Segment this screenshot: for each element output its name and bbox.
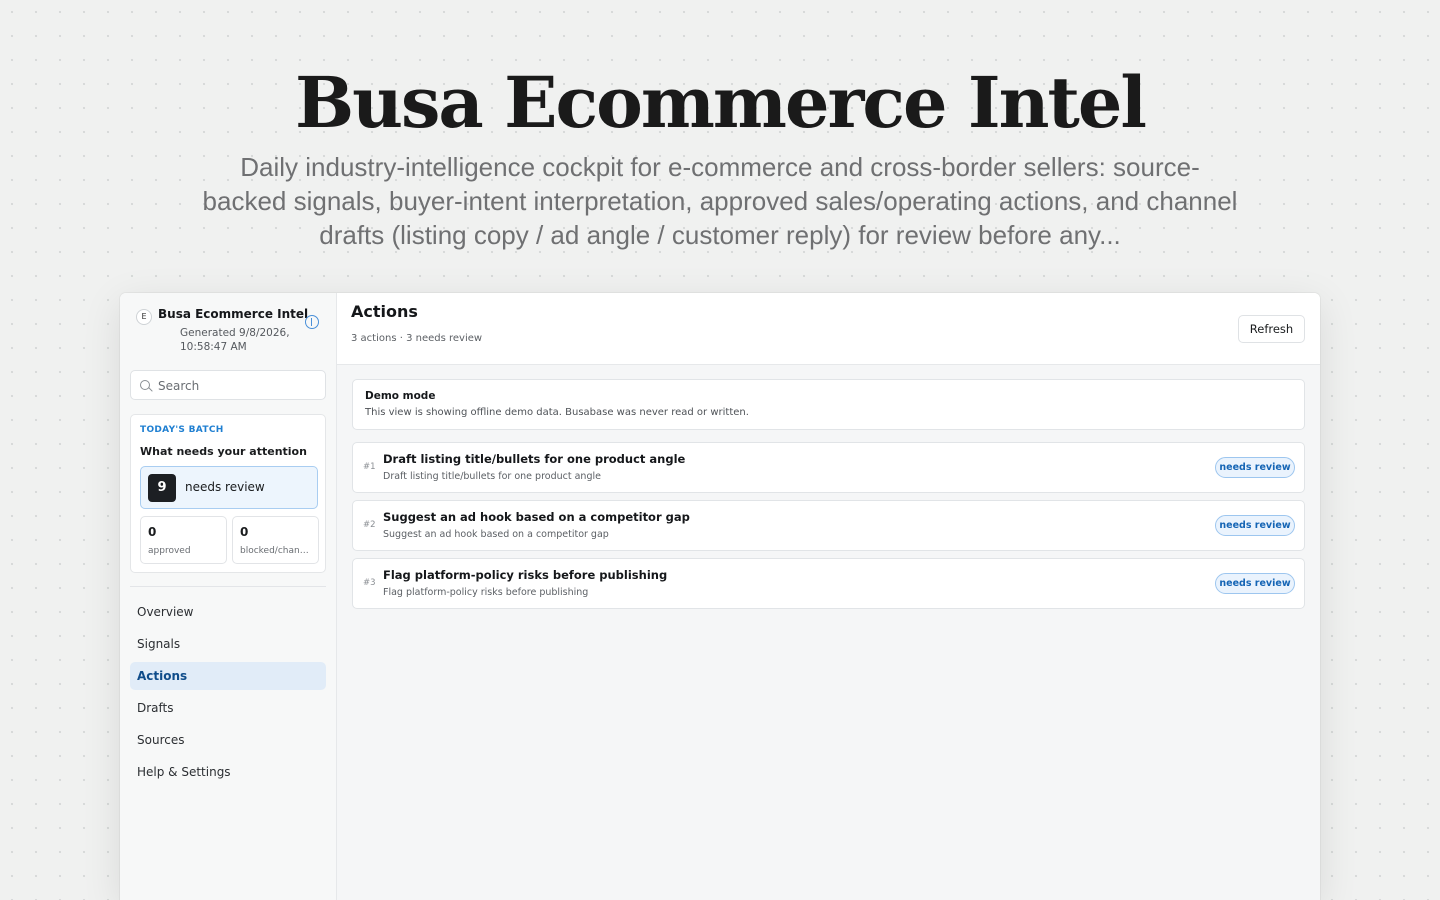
generated-timestamp: Generated 9/8/2026, 10:58:47 AM <box>180 327 290 353</box>
status-badge: needs review <box>1215 457 1295 478</box>
approved-label: approved <box>148 546 191 556</box>
sidebar-nav: Overview Signals Actions Drafts Sources … <box>130 598 326 790</box>
page-title: Actions <box>351 302 418 321</box>
batch-title: What needs your attention <box>140 445 307 458</box>
refresh-button[interactable]: Refresh <box>1238 315 1305 343</box>
batch-card: TODAY'S BATCH What needs your attention … <box>130 414 326 573</box>
app-logo-icon: E <box>136 309 152 325</box>
app-name: Busa Ecommerce Intel <box>158 307 309 321</box>
app-window: E Busa Ecommerce Intel Generated 9/8/202… <box>120 293 1320 900</box>
main-panel: Actions 3 actions · 3 needs review Refre… <box>337 293 1320 900</box>
action-row[interactable]: #1 Draft listing title/bullets for one p… <box>352 442 1305 493</box>
info-icon[interactable] <box>305 315 319 329</box>
main-header: Actions 3 actions · 3 needs review Refre… <box>337 293 1320 365</box>
action-description: Flag platform-policy risks before publis… <box>383 587 589 598</box>
action-number: #1 <box>363 462 376 472</box>
hero-title: Busa Ecommerce Intel <box>294 61 1147 144</box>
sidebar: E Busa Ecommerce Intel Generated 9/8/202… <box>120 293 337 900</box>
action-title: Suggest an ad hook based on a competitor… <box>383 510 690 524</box>
batch-eyebrow: TODAY'S BATCH <box>140 425 224 435</box>
search-input[interactable] <box>158 377 318 395</box>
sidebar-item-actions[interactable]: Actions <box>130 662 326 690</box>
sidebar-item-overview[interactable]: Overview <box>130 598 326 626</box>
approved-count: 0 <box>148 525 157 539</box>
action-title: Flag platform-policy risks before publis… <box>383 568 668 582</box>
search-icon <box>140 380 150 390</box>
needs-review-tile[interactable]: 9 needs review <box>140 466 318 509</box>
blocked-label: blocked/changes requested <box>240 546 314 556</box>
demo-mode-banner: Demo mode This view is showing offline d… <box>352 379 1305 430</box>
action-row[interactable]: #3 Flag platform-policy risks before pub… <box>352 558 1305 609</box>
sidebar-item-drafts[interactable]: Drafts <box>130 694 326 722</box>
status-badge: needs review <box>1215 573 1295 594</box>
needs-review-label: needs review <box>185 480 265 494</box>
action-number: #3 <box>363 578 376 588</box>
approved-tile[interactable]: 0 approved <box>140 516 227 564</box>
action-description: Suggest an ad hook based on a competitor… <box>383 529 609 540</box>
sidebar-item-sources[interactable]: Sources <box>130 726 326 754</box>
search-box <box>130 370 326 400</box>
actions-summary: 3 actions · 3 needs review <box>351 333 483 344</box>
action-number: #2 <box>363 520 376 530</box>
status-badge: needs review <box>1215 515 1295 536</box>
banner-text: This view is showing offline demo data. … <box>365 407 749 418</box>
blocked-tile[interactable]: 0 blocked/changes requested <box>232 516 319 564</box>
blocked-count: 0 <box>240 525 249 539</box>
action-description: Draft listing title/bullets for one prod… <box>383 471 601 482</box>
hero-subtitle: Daily industry-intelligence cockpit for … <box>202 152 1238 250</box>
action-title: Draft listing title/bullets for one prod… <box>383 452 686 466</box>
sidebar-item-signals[interactable]: Signals <box>130 630 326 658</box>
sidebar-divider <box>130 586 326 587</box>
action-row[interactable]: #2 Suggest an ad hook based on a competi… <box>352 500 1305 551</box>
sidebar-item-help-settings[interactable]: Help & Settings <box>130 758 326 786</box>
needs-review-count: 9 <box>148 474 176 502</box>
banner-title: Demo mode <box>365 390 436 402</box>
action-list: #1 Draft listing title/bullets for one p… <box>352 442 1305 616</box>
